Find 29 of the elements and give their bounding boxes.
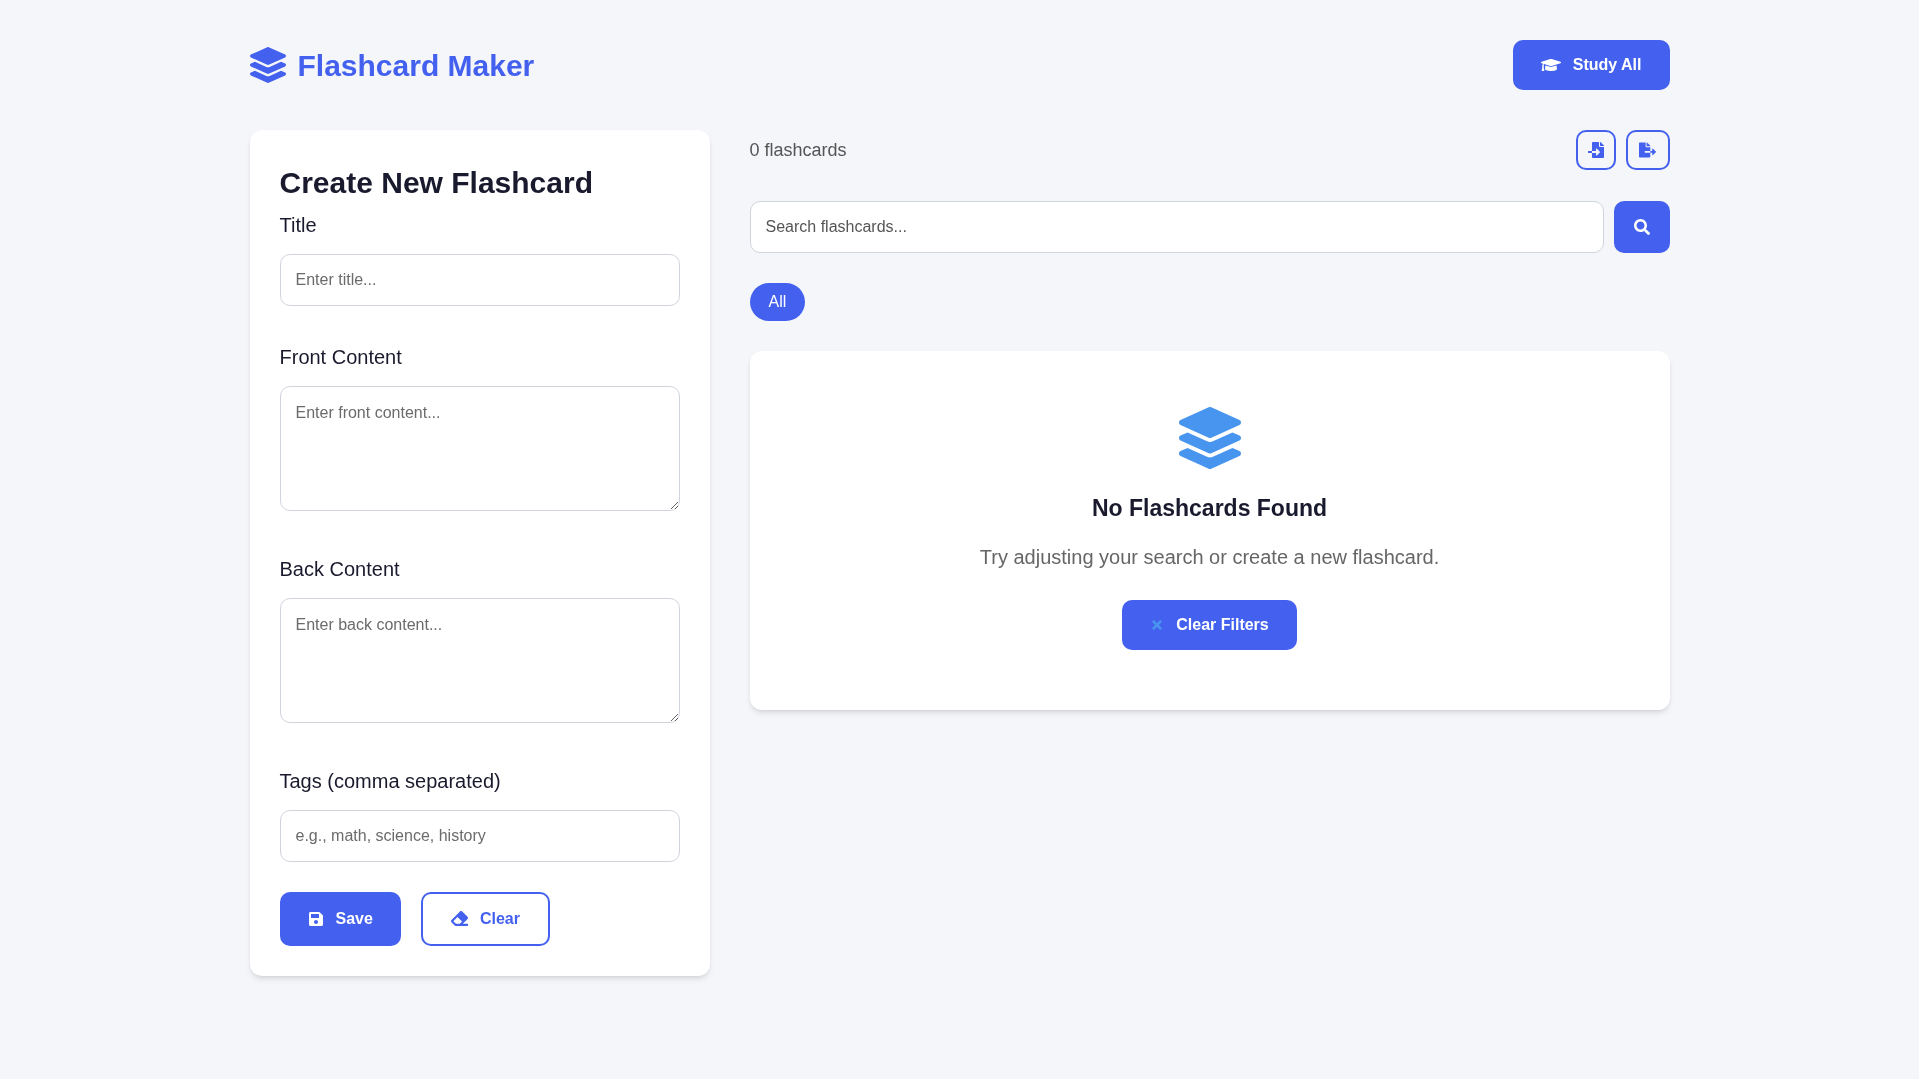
card-count: 0 flashcards xyxy=(749,138,847,162)
text-area[interactable]: Enter front content... xyxy=(279,385,680,511)
file-export-icon xyxy=(1639,142,1656,158)
close-icon xyxy=(1150,617,1165,632)
field-label: Front Content xyxy=(279,344,403,370)
filter-chip[interactable]: All xyxy=(749,283,806,321)
clear-button[interactable]: Clear xyxy=(420,891,550,946)
clear-filters-button[interactable]: Clear Filters xyxy=(1122,599,1297,650)
text-area[interactable]: Enter back content... xyxy=(279,597,680,723)
eraser-icon xyxy=(450,910,468,927)
field-label: Tags (comma separated) xyxy=(279,768,502,794)
empty-state-title: No Flashcards Found xyxy=(1091,494,1328,523)
app-title: Flashcard Maker xyxy=(297,47,535,84)
file-import-icon xyxy=(1587,142,1604,158)
layers-logo-icon xyxy=(249,47,286,83)
field-label: Title xyxy=(279,212,318,238)
search-icon xyxy=(1633,219,1650,235)
input-field[interactable]: e.g., math, science, history xyxy=(279,809,680,862)
empty-state-message: Try adjusting your search or create a new flashcard. xyxy=(979,544,1440,570)
study-all-button[interactable]: Study All xyxy=(1512,40,1670,90)
search-button[interactable] xyxy=(1613,201,1670,253)
form-heading: Create New Flashcard xyxy=(279,165,594,201)
field-label: Back Content xyxy=(279,556,401,582)
save-button[interactable]: Save xyxy=(279,891,401,946)
import-button[interactable] xyxy=(1575,130,1616,170)
input-field[interactable]: Enter title... xyxy=(279,253,680,306)
export-button[interactable] xyxy=(1625,130,1670,170)
layers-icon xyxy=(1178,407,1241,469)
search-field[interactable]: Search flashcards... xyxy=(749,201,1604,253)
